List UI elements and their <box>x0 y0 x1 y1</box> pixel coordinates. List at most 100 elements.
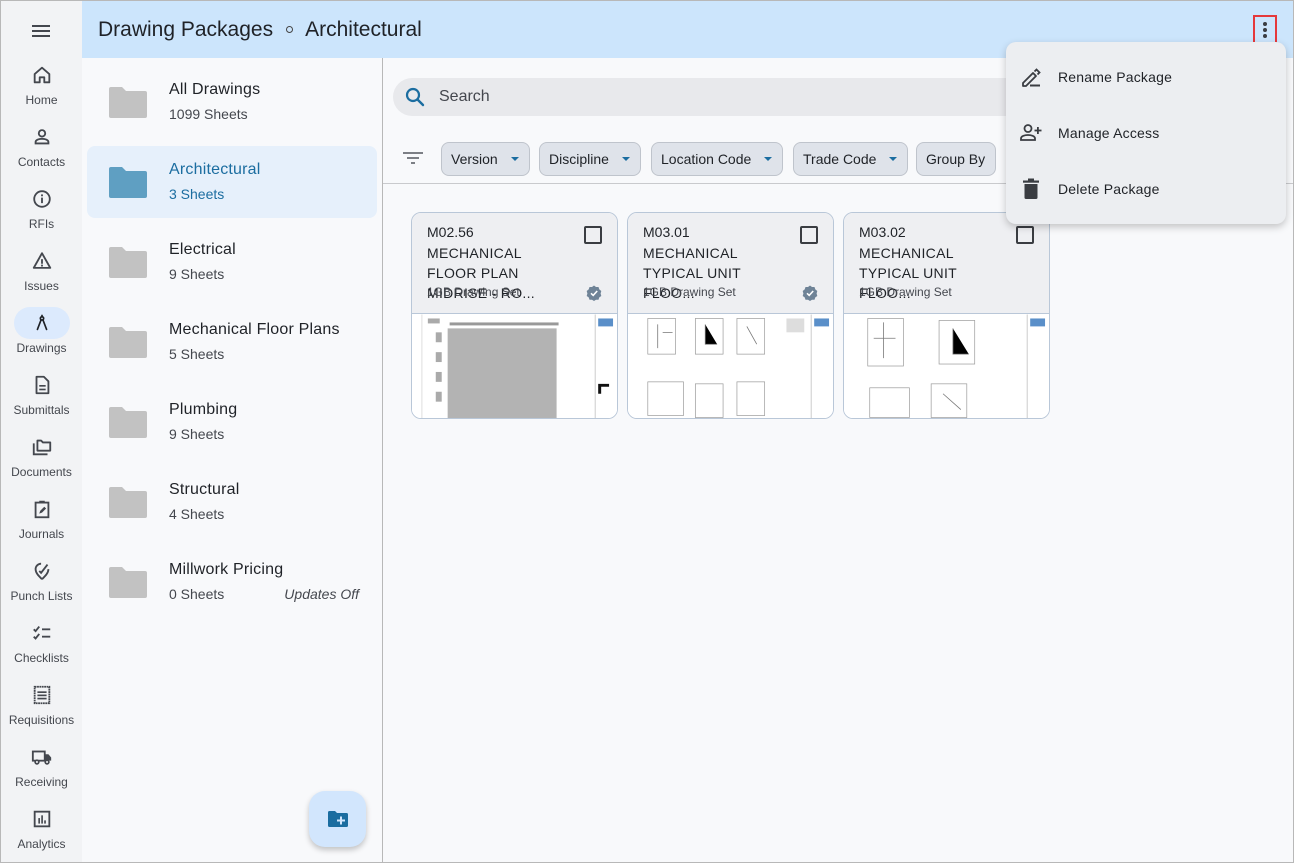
package-item-all-drawings[interactable]: All Drawings 1099 Sheets <box>87 66 377 138</box>
rail-item-punch-lists[interactable]: Punch Lists <box>1 555 82 617</box>
search-bar[interactable] <box>393 78 1113 116</box>
package-name: Millwork Pricing <box>169 561 284 578</box>
filter-version[interactable]: Version <box>441 142 530 176</box>
package-item-electrical[interactable]: Electrical 9 Sheets <box>87 226 377 298</box>
filter-label: Version <box>451 151 498 167</box>
menu-item-rename-package[interactable]: Rename Package <box>1006 49 1286 105</box>
filter-discipline[interactable]: Discipline <box>539 142 641 176</box>
rail-label: Contacts <box>17 155 66 169</box>
filter-location-code[interactable]: Location Code <box>651 142 784 176</box>
package-item-structural[interactable]: Structural 4 Sheets <box>87 466 377 538</box>
rail-item-home[interactable]: Home <box>1 59 82 121</box>
sheet-set: 1GB Drawing Set <box>643 285 736 299</box>
search-input[interactable] <box>439 88 1039 106</box>
sheet-thumbnail <box>628 314 833 418</box>
menu-item-label: Manage Access <box>1058 125 1160 141</box>
rail-label: Home <box>25 93 58 107</box>
filter-trade-code[interactable]: Trade Code <box>793 142 909 176</box>
warning-icon <box>32 252 51 269</box>
filter-label: Location Code <box>661 151 752 167</box>
rail-label: Punch Lists <box>10 589 73 603</box>
breadcrumb-separator <box>286 26 294 33</box>
sheet-thumbnail <box>412 314 617 418</box>
sheet-set: 1GB Drawing Set <box>427 285 520 299</box>
nav-rail: Home Contacts RFIs Issues Drawings Submi… <box>1 1 82 862</box>
package-item-plumbing[interactable]: Plumbing 9 Sheets <box>87 386 377 458</box>
select-checkbox[interactable] <box>1016 226 1034 244</box>
more-options-button[interactable] <box>1253 15 1277 45</box>
sheet-card[interactable]: M02.56 MECHANICAL FLOOR PLAN MIDRISE - R… <box>411 212 618 419</box>
group-by-button[interactable]: Group By <box>916 142 997 176</box>
compass-icon <box>36 314 47 331</box>
rail-label: Documents <box>11 465 72 479</box>
package-note: Updates Off <box>284 586 359 602</box>
rail-item-documents[interactable]: Documents <box>1 431 82 493</box>
person-icon <box>34 129 49 145</box>
package-name: Mechanical Floor Plans <box>169 321 340 338</box>
sheet-code: M03.01 <box>643 224 690 240</box>
caret-down-icon <box>621 157 630 161</box>
filter-label: Trade Code <box>803 151 877 167</box>
caret-down-icon <box>889 157 898 161</box>
folder-icon <box>109 327 147 358</box>
rail-label: Requisitions <box>8 713 75 727</box>
menu-toggle-button[interactable] <box>29 19 53 43</box>
package-count: 9 Sheets <box>169 266 225 282</box>
rail-label: RFIs <box>28 217 55 231</box>
rail-label: Receiving <box>15 775 68 789</box>
package-item-millwork-pricing[interactable]: Millwork Pricing 0 Sheets Updates Off <box>87 546 377 618</box>
hamburger-icon <box>32 25 50 37</box>
folders-icon <box>32 439 51 456</box>
filter-label: Discipline <box>549 151 609 167</box>
filter-icon[interactable] <box>403 150 423 166</box>
sheet-code: M03.02 <box>859 224 906 240</box>
create-folder-icon <box>327 811 348 827</box>
package-count: 4 Sheets <box>169 506 225 522</box>
select-checkbox[interactable] <box>800 226 818 244</box>
rail-item-submittals[interactable]: Submittals <box>1 369 82 431</box>
sheet-card[interactable]: M03.01 MECHANICAL TYPICAL UNIT FLOO... 1… <box>627 212 834 419</box>
filter-label: Group By <box>926 151 986 167</box>
rail-item-receiving[interactable]: Receiving <box>1 741 82 803</box>
sheet-set: 1GB Drawing Set <box>859 285 952 299</box>
page-title: Drawing Packages <box>98 17 274 41</box>
document-icon <box>35 375 49 395</box>
sheet-thumbnail <box>844 314 1049 418</box>
package-name: Structural <box>169 481 240 498</box>
sheet-card[interactable]: M03.02 MECHANICAL TYPICAL UNIT FLOO... 1… <box>843 212 1050 419</box>
rail-item-issues[interactable]: Issues <box>1 245 82 307</box>
rail-item-journals[interactable]: Journals <box>1 493 82 555</box>
package-count: 3 Sheets <box>169 186 225 202</box>
truck-icon <box>31 750 51 765</box>
breadcrumb-current: Architectural <box>305 17 422 41</box>
punch-icon <box>34 562 49 580</box>
rail-item-requisitions[interactable]: Requisitions <box>1 679 82 741</box>
new-package-button[interactable] <box>309 791 366 847</box>
rail-label: Drawings <box>16 341 67 355</box>
package-list: All Drawings 1099 Sheets Architectural 3… <box>82 58 383 862</box>
menu-item-label: Delete Package <box>1058 181 1160 197</box>
package-options-menu: Rename Package Manage Access Delete Pack… <box>1006 42 1286 224</box>
select-checkbox[interactable] <box>584 226 602 244</box>
menu-item-manage-access[interactable]: Manage Access <box>1006 105 1286 161</box>
package-name: Plumbing <box>169 401 238 418</box>
search-icon <box>405 87 425 107</box>
rail-item-analytics[interactable]: Analytics <box>1 803 82 863</box>
folder-icon <box>109 247 147 278</box>
rail-label: Checklists <box>14 651 69 665</box>
package-count: 5 Sheets <box>169 346 225 362</box>
package-item-mechanical-floor-plans[interactable]: Mechanical Floor Plans 5 Sheets <box>87 306 377 378</box>
bar-chart-icon <box>33 810 50 828</box>
rail-item-contacts[interactable]: Contacts <box>1 121 82 183</box>
caret-down-icon <box>510 157 519 161</box>
package-item-architectural[interactable]: Architectural 3 Sheets <box>87 146 377 218</box>
pencil-icon <box>1022 68 1041 87</box>
verified-icon <box>586 285 602 301</box>
rail-item-drawings[interactable]: Drawings <box>1 307 82 369</box>
rail-item-checklists[interactable]: Checklists <box>1 617 82 679</box>
folder-icon <box>109 167 147 198</box>
folder-icon <box>109 487 147 518</box>
menu-item-delete-package[interactable]: Delete Package <box>1006 161 1286 217</box>
rail-item-rfis[interactable]: RFIs <box>1 183 82 245</box>
package-count: 0 Sheets <box>169 586 225 602</box>
